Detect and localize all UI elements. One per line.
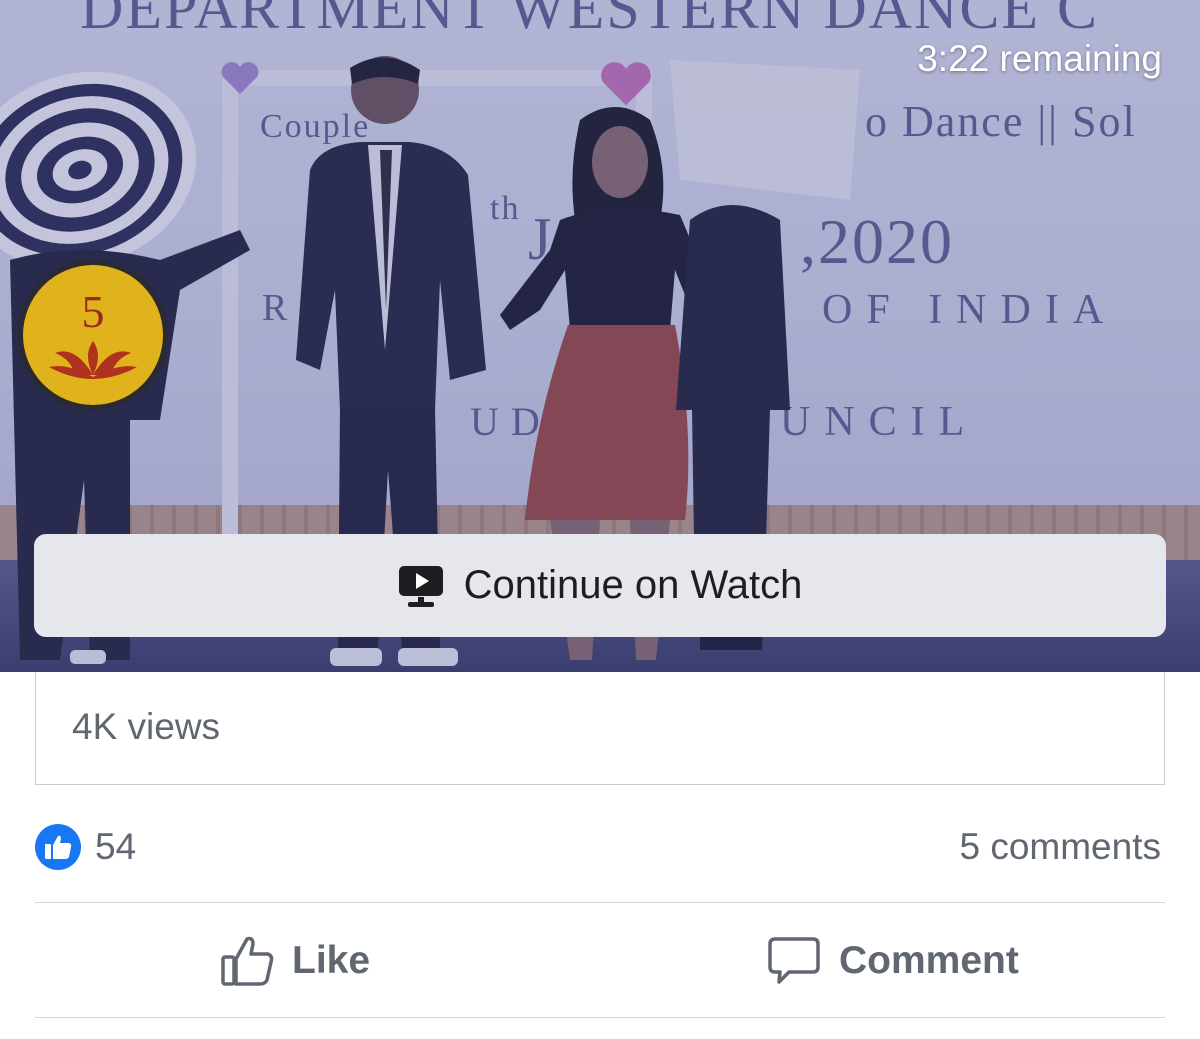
lotus-icon <box>49 341 137 379</box>
comment-bubble-icon <box>768 936 820 984</box>
watch-play-icon <box>398 565 443 607</box>
video-player[interactable]: DEPARTMENT WESTERN DANCE C Couple o Danc… <box>0 0 1200 672</box>
view-count: 4K views <box>72 706 221 747</box>
like-button[interactable]: Like <box>220 903 370 1018</box>
channel-badge: 5 <box>18 260 168 410</box>
thumbs-up-icon <box>45 835 72 859</box>
time-remaining: 3:22 remaining <box>917 38 1162 79</box>
reactions-summary: 54 5 comments <box>35 820 1165 876</box>
like-label: Like <box>292 938 371 982</box>
comment-button[interactable]: Comment <box>767 903 1019 1018</box>
views-panel: 4K views <box>35 672 1165 785</box>
continue-on-watch-button[interactable]: Continue on Watch <box>34 534 1166 637</box>
divider <box>35 1017 1165 1018</box>
like-reaction-icon[interactable] <box>35 824 81 870</box>
comment-label: Comment <box>839 938 1019 982</box>
badge-number: 5 <box>81 286 105 337</box>
continue-on-watch-label: Continue on Watch <box>463 563 803 607</box>
like-thumb-icon <box>221 936 274 986</box>
comments-count[interactable]: 5 comments <box>959 826 1161 868</box>
post-actions: Like Comment <box>35 903 1165 1018</box>
like-count[interactable]: 54 <box>95 826 136 868</box>
